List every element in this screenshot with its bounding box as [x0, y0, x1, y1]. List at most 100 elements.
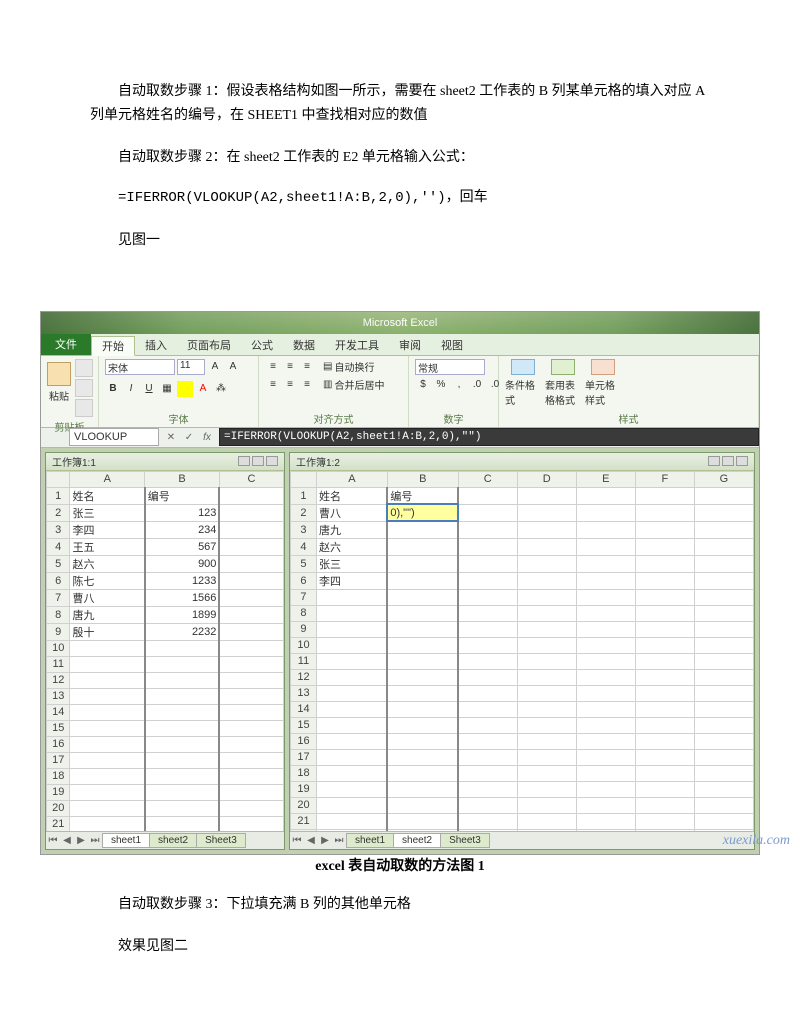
ribbon-tab[interactable]: 公式: [241, 335, 283, 355]
column-header[interactable]: A: [316, 471, 387, 487]
column-header[interactable]: C: [458, 471, 517, 487]
cell[interactable]: [576, 487, 635, 504]
cell[interactable]: [219, 752, 283, 768]
cut-icon[interactable]: [75, 359, 93, 377]
cell[interactable]: 234: [145, 521, 220, 538]
cell[interactable]: [635, 589, 694, 605]
cell[interactable]: [694, 701, 753, 717]
row-header[interactable]: 13: [291, 685, 317, 701]
row-header[interactable]: 1: [47, 487, 70, 504]
cell[interactable]: [576, 685, 635, 701]
nav-last-icon[interactable]: ⏭: [332, 835, 346, 846]
cell[interactable]: [145, 656, 220, 672]
cell[interactable]: [694, 669, 753, 685]
cell[interactable]: [316, 781, 387, 797]
copy-icon[interactable]: [75, 379, 93, 397]
cell[interactable]: [576, 521, 635, 538]
cell[interactable]: [635, 685, 694, 701]
cell[interactable]: [387, 797, 458, 813]
cell[interactable]: [219, 487, 283, 504]
column-header[interactable]: D: [517, 471, 576, 487]
cell[interactable]: [219, 688, 283, 704]
cell[interactable]: [694, 717, 753, 733]
cell[interactable]: [694, 589, 753, 605]
ribbon-tab[interactable]: 页面布局: [177, 335, 241, 355]
cell[interactable]: 赵六: [316, 538, 387, 555]
cell[interactable]: [219, 672, 283, 688]
cell[interactable]: [145, 784, 220, 800]
sheet-tab[interactable]: Sheet3: [440, 833, 490, 848]
enter-formula-icon[interactable]: ✓: [181, 429, 197, 445]
cell[interactable]: [517, 538, 576, 555]
cell[interactable]: [387, 701, 458, 717]
cell[interactable]: [145, 816, 220, 831]
cell[interactable]: [387, 521, 458, 538]
cell[interactable]: [576, 555, 635, 572]
cell[interactable]: [458, 813, 517, 829]
cell[interactable]: [70, 720, 145, 736]
cell[interactable]: [694, 813, 753, 829]
select-all-corner[interactable]: [291, 471, 317, 487]
font-color-button[interactable]: A: [195, 381, 211, 397]
row-header[interactable]: 20: [291, 797, 317, 813]
cell[interactable]: [219, 736, 283, 752]
cell[interactable]: [387, 572, 458, 589]
row-header[interactable]: 9: [47, 623, 70, 640]
cell[interactable]: [219, 704, 283, 720]
cell[interactable]: [219, 555, 283, 572]
window-controls[interactable]: [238, 456, 278, 466]
cell[interactable]: [219, 656, 283, 672]
cell[interactable]: [576, 589, 635, 605]
table-format-button[interactable]: 套用表格格式: [545, 359, 581, 407]
select-all-corner[interactable]: [47, 471, 70, 487]
cell[interactable]: [635, 605, 694, 621]
cell[interactable]: 2232: [145, 623, 220, 640]
row-header[interactable]: 5: [291, 555, 317, 572]
cell[interactable]: [219, 623, 283, 640]
cell[interactable]: [316, 637, 387, 653]
underline-button[interactable]: U: [141, 381, 157, 397]
cancel-formula-icon[interactable]: ✕: [163, 429, 179, 445]
file-tab[interactable]: 文件: [41, 333, 91, 355]
row-header[interactable]: 11: [291, 653, 317, 669]
column-header[interactable]: B: [387, 471, 458, 487]
cell[interactable]: [576, 701, 635, 717]
cell[interactable]: [458, 765, 517, 781]
column-header[interactable]: F: [635, 471, 694, 487]
cell[interactable]: [576, 504, 635, 521]
row-header[interactable]: 17: [291, 749, 317, 765]
column-header[interactable]: B: [145, 471, 220, 487]
cell[interactable]: [387, 749, 458, 765]
cell[interactable]: [387, 781, 458, 797]
row-header[interactable]: 17: [47, 752, 70, 768]
cell[interactable]: [316, 797, 387, 813]
cell[interactable]: [576, 653, 635, 669]
cell[interactable]: [576, 572, 635, 589]
cell[interactable]: 0),""): [387, 504, 458, 521]
bold-button[interactable]: B: [105, 381, 121, 397]
nav-prev-icon[interactable]: ◀: [304, 835, 318, 846]
inc-decimal-icon[interactable]: .0: [469, 377, 485, 393]
sheet-tab[interactable]: sheet2: [149, 833, 197, 848]
cell[interactable]: [70, 640, 145, 656]
font-size-select[interactable]: 11: [177, 359, 205, 375]
cell[interactable]: [316, 605, 387, 621]
cell[interactable]: [635, 749, 694, 765]
cell[interactable]: [70, 736, 145, 752]
cell[interactable]: [387, 589, 458, 605]
sheet-tab[interactable]: sheet1: [346, 833, 394, 848]
nav-last-icon[interactable]: ⏭: [88, 835, 102, 846]
cell[interactable]: [635, 733, 694, 749]
row-header[interactable]: 18: [47, 768, 70, 784]
cell[interactable]: 唐九: [316, 521, 387, 538]
ribbon-tab[interactable]: 开始: [91, 336, 135, 356]
cell[interactable]: [458, 733, 517, 749]
spreadsheet-grid-right[interactable]: ABCDEFG1姓名编号2曹八0),"")3唐九4赵六5张三6李四7891011…: [290, 471, 754, 831]
cell[interactable]: [219, 816, 283, 831]
cell[interactable]: 编号: [387, 487, 458, 504]
nav-next-icon[interactable]: ▶: [74, 835, 88, 846]
cell[interactable]: 567: [145, 538, 220, 555]
row-header[interactable]: 16: [47, 736, 70, 752]
cell[interactable]: [576, 733, 635, 749]
nav-next-icon[interactable]: ▶: [318, 835, 332, 846]
